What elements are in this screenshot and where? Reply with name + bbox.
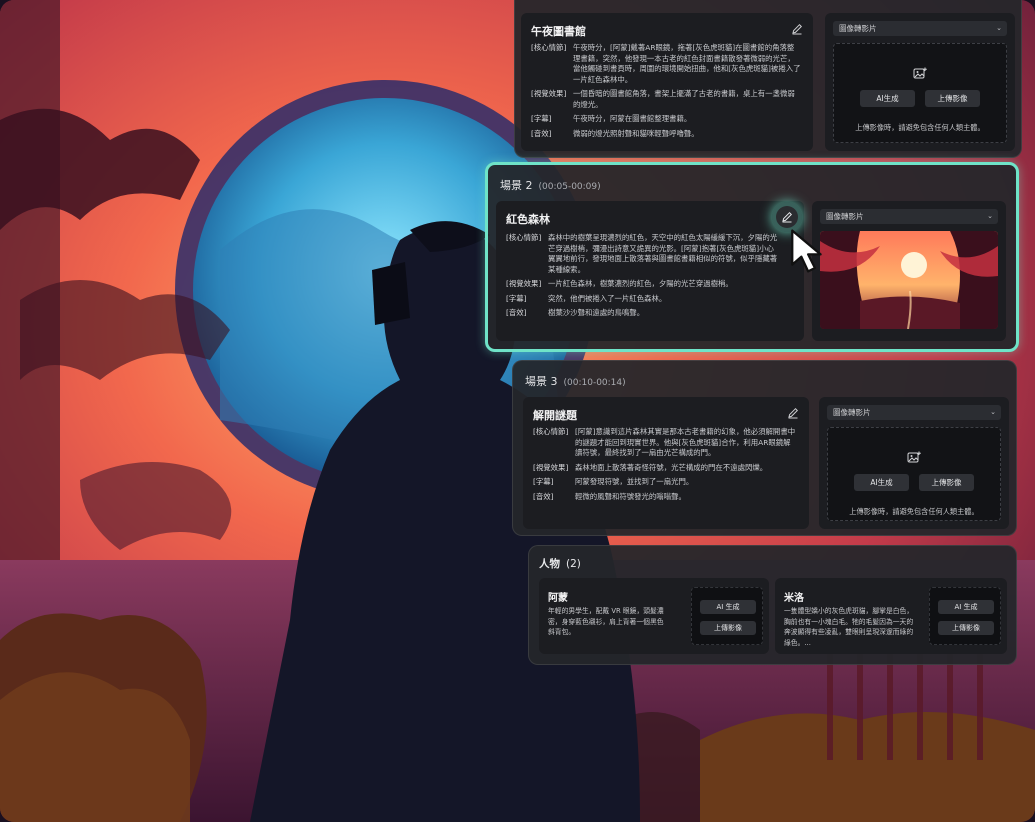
sound-row: [音效] 輕微的風聲和符號發光的嗡嗡聲。 bbox=[533, 491, 686, 501]
plot-row: [核心情節] [阿蒙]意識到這片森林其實是那本古老書籍的幻象，他必須解開書中的謎題… bbox=[533, 427, 796, 457]
upload-note: 上傳影像時，請避免包含任何人類主體。 bbox=[855, 123, 985, 132]
ai-generate-button[interactable]: AI 生成 bbox=[938, 600, 994, 614]
image-dropzone[interactable]: AI生成 上傳影像 上傳影像時，請避免包含任何人類主體。 bbox=[833, 43, 1007, 143]
image-add-icon bbox=[913, 67, 927, 79]
upload-image-button[interactable]: 上傳影像 bbox=[925, 90, 980, 107]
upload-note: 上傳影像時，請避免包含任何人類主體。 bbox=[849, 507, 979, 516]
scene-title: 午夜圖書館 bbox=[531, 25, 586, 38]
edit-icon[interactable] bbox=[786, 406, 800, 420]
media-mode-select[interactable]: 圖像轉影片 ⌄ bbox=[827, 405, 1001, 420]
sound-row: [音效] 微弱的燈光照射聲和貓咪輕聲呼嚕聲。 bbox=[531, 128, 699, 138]
visual-row: [視覺效果] 一個昏暗的圖書館角落，書架上擺滿了古老的書籍，桌上有一盞微弱的燈光。 bbox=[531, 89, 795, 109]
scene-header: 場景 3 (00:10-00:14) bbox=[525, 375, 626, 388]
upload-image-button[interactable]: 上傳影像 bbox=[938, 621, 994, 635]
subtitle-row: [字幕] 阿蒙發現符號，並找到了一扇光門。 bbox=[533, 477, 694, 486]
visual-row: [視覺效果] 森林地面上散落著奇怪符號，光芒構成的門在不遠處閃爍。 bbox=[533, 462, 768, 472]
ai-generate-button[interactable]: AI生成 bbox=[854, 474, 909, 491]
scene-title: 紅色森林 bbox=[506, 213, 550, 226]
character-name: 阿蒙 bbox=[548, 593, 568, 604]
edit-icon[interactable] bbox=[790, 22, 804, 36]
media-card: 圖像轉影片 ⌄ AI生成 上傳影像 上傳影像時，請避免包含任何人類主體。 bbox=[825, 13, 1015, 151]
scene-header: 場景 2 (00:05-00:09) bbox=[500, 179, 601, 192]
generated-image-thumbnail[interactable] bbox=[820, 231, 998, 329]
character-card: 米洛 一隻體型嬌小的灰色虎斑貓，腳掌是白色，胸前也有一小塊白毛。牠的毛髮因為一天… bbox=[775, 578, 1007, 654]
scene-panel-3: 場景 3 (00:10-00:14) 解開謎題 [核心情節] [阿蒙]意識到這片森林… bbox=[512, 360, 1017, 536]
subtitle-row: [字幕] 突然，他們被捲入了一片紅色森林。 bbox=[506, 293, 667, 303]
media-mode-select[interactable]: 圖像轉影片 ⌄ bbox=[820, 209, 998, 224]
scene-script-card: 午夜圖書館 [核心情節] 午夜時分，[阿蒙]戴著AR眼鏡，拖著[灰色虎斑貓]在圖書… bbox=[521, 13, 813, 151]
scene-script-card: 解開謎題 [核心情節] [阿蒙]意識到這片森林其實是那本古老書籍的幻象，他必須解開… bbox=[523, 397, 809, 529]
chevron-down-icon: ⌄ bbox=[990, 408, 996, 416]
character-description: 一隻體型嬌小的灰色虎斑貓，腳掌是白色，胸前也有一小塊白毛。牠的毛髮因為一天的奔波… bbox=[784, 607, 914, 647]
visual-row: [視覺效果] 一片紅色森林，樹葉濃烈的紅色，夕陽的光芒穿過樹梢。 bbox=[506, 279, 733, 288]
character-image-actions: AI 生成 上傳影像 bbox=[691, 587, 763, 645]
scene-panel-top: 午夜圖書館 [核心情節] 午夜時分，[阿蒙]戴著AR眼鏡，拖著[灰色虎斑貓]在圖書… bbox=[514, 0, 1022, 158]
subtitle-row: [字幕] 午夜時分，阿蒙在圖書館整理書籍。 bbox=[531, 114, 692, 123]
character-name: 米洛 bbox=[784, 593, 804, 604]
scene-script-card: 紅色森林 [核心情節] 森林中的樹葉呈現濃烈的紅色，天空中的紅色太陽緩緩下沉，夕陽… bbox=[496, 201, 804, 341]
ai-generate-button[interactable]: AI 生成 bbox=[700, 600, 756, 614]
chevron-down-icon: ⌄ bbox=[987, 212, 993, 220]
characters-panel: 人物 (2) 阿蒙 年輕的男學生，配戴 VR 眼鏡，頭髮濃密，身穿藍色襯衫，肩上背… bbox=[528, 545, 1017, 665]
media-card: 圖像轉影片 ⌄ bbox=[812, 201, 1006, 341]
character-description: 年輕的男學生，配戴 VR 眼鏡，頭髮濃密，身穿藍色襯衫，肩上背著一個黑色斜背包。 bbox=[548, 607, 664, 636]
plot-row: [核心情節] 森林中的樹葉呈現濃烈的紅色，天空中的紅色太陽緩緩下沉，夕陽的光芒穿過… bbox=[506, 233, 778, 274]
characters-title: 人物 (2) bbox=[539, 558, 581, 570]
character-card: 阿蒙 年輕的男學生，配戴 VR 眼鏡，頭髮濃密，身穿藍色襯衫，肩上背著一個黑色斜… bbox=[539, 578, 769, 654]
scene-panel-2[interactable]: 場景 2 (00:05-00:09) 紅色森林 [核心情節] 森林中的樹葉呈現濃烈的… bbox=[485, 162, 1019, 352]
mouse-cursor-icon bbox=[791, 229, 822, 273]
character-image-actions: AI 生成 上傳影像 bbox=[929, 587, 1001, 645]
image-dropzone[interactable]: AI生成 上傳影像 上傳影像時，請避免包含任何人類主體。 bbox=[827, 427, 1001, 521]
media-card: 圖像轉影片 ⌄ AI生成 上傳影像 上傳影像時，請避免包含任何人類主體。 bbox=[819, 397, 1009, 529]
scene-title: 解開謎題 bbox=[533, 409, 577, 422]
edit-icon[interactable] bbox=[780, 210, 794, 224]
image-add-icon bbox=[907, 451, 921, 463]
chevron-down-icon: ⌄ bbox=[996, 24, 1002, 32]
upload-image-button[interactable]: 上傳影像 bbox=[919, 474, 974, 491]
plot-row: [核心情節] 午夜時分，[阿蒙]戴著AR眼鏡，拖著[灰色虎斑貓]在圖書館的角落整理… bbox=[531, 43, 801, 84]
ai-generate-button[interactable]: AI生成 bbox=[860, 90, 915, 107]
upload-image-button[interactable]: 上傳影像 bbox=[700, 621, 756, 635]
sound-row: [音效] 樹葉沙沙聲和遠處的鳥鳴聲。 bbox=[506, 308, 645, 317]
media-mode-select[interactable]: 圖像轉影片 ⌄ bbox=[833, 21, 1007, 36]
